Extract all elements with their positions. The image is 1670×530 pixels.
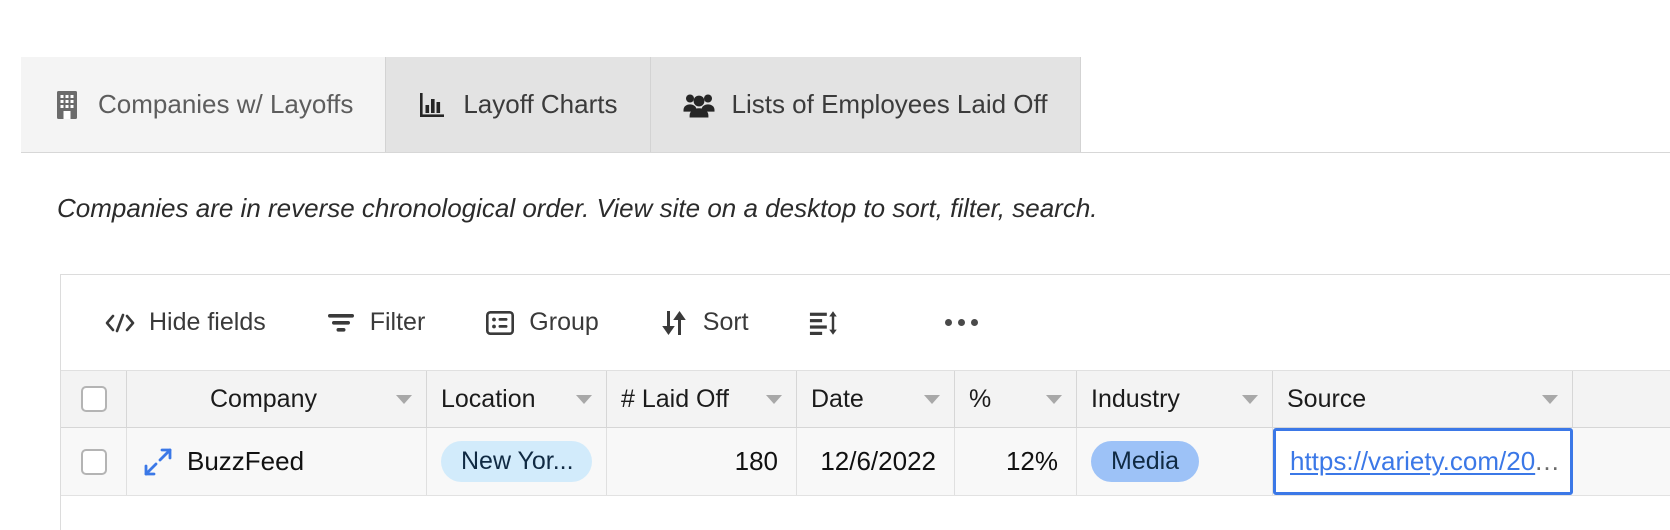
source-link[interactable]: https://variety.com/20 bbox=[1290, 446, 1535, 477]
select-all-checkbox[interactable] bbox=[80, 386, 107, 412]
column-header-date[interactable]: Date bbox=[797, 371, 955, 427]
people-group-icon bbox=[683, 92, 715, 118]
cell-date[interactable]: 12/6/2022 bbox=[797, 428, 955, 495]
cell-industry[interactable]: Media bbox=[1077, 428, 1273, 495]
tab-lists-of-employees-laid-off[interactable]: Lists of Employees Laid Off bbox=[650, 57, 1081, 152]
dot bbox=[944, 319, 952, 326]
column-label: # Laid Off bbox=[621, 384, 729, 413]
chevron-down-icon[interactable] bbox=[576, 394, 592, 404]
row-height-icon bbox=[809, 310, 839, 336]
industry-pill: Media bbox=[1091, 441, 1200, 482]
column-label: Date bbox=[811, 384, 864, 413]
more-options-button[interactable] bbox=[944, 319, 978, 326]
hide-fields-icon bbox=[105, 312, 135, 334]
tab-companies-w-layoffs[interactable]: Companies w/ Layoffs bbox=[21, 57, 387, 152]
cell-filler bbox=[1573, 428, 1670, 495]
chevron-down-icon[interactable] bbox=[396, 394, 412, 404]
bar-chart-icon bbox=[418, 91, 446, 119]
location-pill: New Yor... bbox=[441, 441, 592, 482]
column-header-location[interactable]: Location bbox=[427, 371, 607, 427]
column-header-source[interactable]: Source bbox=[1273, 371, 1573, 427]
column-label: Industry bbox=[1091, 384, 1180, 413]
column-label: Source bbox=[1287, 384, 1367, 413]
tab-label: Lists of Employees Laid Off bbox=[731, 89, 1048, 119]
cell-laid-off[interactable]: 180 bbox=[607, 428, 797, 495]
column-label: Location bbox=[441, 384, 536, 413]
chevron-down-icon[interactable] bbox=[1242, 394, 1258, 404]
filter-label: Filter bbox=[369, 308, 426, 336]
column-header-laid-off[interactable]: # Laid Off bbox=[607, 371, 797, 427]
sort-label: Sort bbox=[702, 308, 749, 336]
sort-icon bbox=[659, 310, 689, 336]
select-all-checkbox-cell[interactable] bbox=[61, 371, 127, 427]
chevron-down-icon[interactable] bbox=[1046, 394, 1062, 404]
table-header-row: Company Location # Laid Off Date % Indus… bbox=[61, 371, 1670, 428]
row-height-button[interactable] bbox=[809, 310, 839, 336]
row-select-checkbox-cell[interactable] bbox=[61, 428, 127, 495]
cell-company[interactable]: BuzzFeed bbox=[127, 428, 427, 495]
column-label: Company bbox=[210, 384, 317, 413]
hide-fields-label: Hide fields bbox=[149, 308, 266, 336]
company-name: BuzzFeed bbox=[187, 446, 305, 476]
chevron-down-icon[interactable] bbox=[924, 394, 940, 404]
tab-layoff-charts[interactable]: Layoff Charts bbox=[386, 57, 651, 152]
table-description: Companies are in reverse chronological o… bbox=[57, 193, 1098, 223]
column-header-filler bbox=[1573, 371, 1670, 427]
hide-fields-button[interactable]: Hide fields bbox=[105, 308, 266, 337]
source-truncation-ellipsis: ... bbox=[1535, 446, 1560, 476]
table-row[interactable]: BuzzFeed New Yor... 180 12/6/2022 12% Me… bbox=[61, 428, 1670, 496]
tab-strip-filler bbox=[1080, 57, 1670, 152]
row-select-checkbox[interactable] bbox=[80, 448, 107, 475]
page-root: Companies w/ Layoffs Layoff Charts Lists… bbox=[0, 0, 1670, 530]
grid-toolbar: Hide fields Filter Group Sort bbox=[61, 275, 1670, 371]
group-label: Group bbox=[529, 308, 599, 336]
column-label: % bbox=[969, 384, 992, 413]
cell-percent[interactable]: 12% bbox=[955, 428, 1077, 495]
group-button[interactable]: Group bbox=[485, 308, 599, 337]
building-icon bbox=[53, 90, 81, 120]
chevron-down-icon[interactable] bbox=[766, 394, 782, 404]
cell-location[interactable]: New Yor... bbox=[427, 428, 607, 495]
column-header-industry[interactable]: Industry bbox=[1077, 371, 1273, 427]
tab-label: Companies w/ Layoffs bbox=[98, 89, 354, 119]
sort-button[interactable]: Sort bbox=[659, 308, 749, 337]
dot bbox=[957, 319, 965, 326]
tab-label: Layoff Charts bbox=[463, 89, 618, 119]
data-grid: Hide fields Filter Group Sort Company Lo… bbox=[60, 274, 1670, 530]
filter-icon bbox=[326, 312, 356, 334]
column-header-company[interactable]: Company bbox=[127, 371, 427, 427]
dot bbox=[970, 319, 978, 326]
column-header-percent[interactable]: % bbox=[955, 371, 1077, 427]
chevron-down-icon[interactable] bbox=[1542, 394, 1558, 404]
expand-record-icon[interactable] bbox=[141, 447, 175, 477]
filter-button[interactable]: Filter bbox=[326, 308, 426, 337]
group-icon bbox=[485, 310, 515, 335]
tab-strip: Companies w/ Layoffs Layoff Charts Lists… bbox=[21, 57, 1670, 153]
cell-source[interactable]: https://variety.com/20... bbox=[1273, 428, 1573, 495]
